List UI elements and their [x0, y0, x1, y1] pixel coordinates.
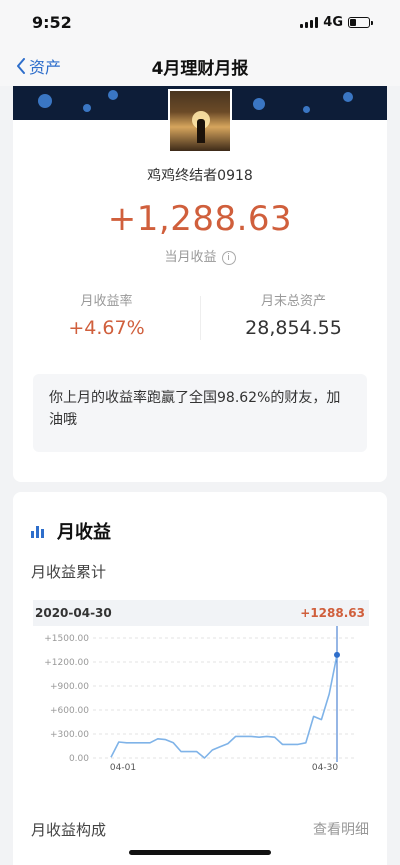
- status-bar: 9:52 4G: [0, 0, 400, 46]
- return-rate-value: +4.67%: [68, 317, 145, 339]
- summary-card: 鸡鸡终结者0918 +1,288.63 当月收益 i 月收益率 +4.67% 月末…: [13, 86, 387, 482]
- composition-title: 月收益构成: [31, 821, 107, 839]
- y-tick-label: +900.00: [50, 682, 89, 692]
- y-tick-label: 0.00: [69, 754, 89, 764]
- network-label: 4G: [323, 15, 343, 30]
- cumulative-subtitle: 月收益累计: [31, 563, 107, 581]
- y-tick-label: +600.00: [50, 706, 89, 716]
- home-indicator: [129, 850, 271, 855]
- series-line: [110, 654, 338, 759]
- month-profit: +1,288.63: [107, 199, 293, 239]
- x-tick-label: 04-30: [312, 763, 338, 770]
- monthly-profit-card: 月收益 月收益累计 2020-04-30 +1288.63 +1500.00 +1…: [13, 492, 387, 865]
- view-details-link[interactable]: 查看明细: [313, 819, 369, 840]
- x-tick-label: 04-01: [110, 763, 136, 770]
- total-assets-label: 月末总资产: [260, 294, 326, 309]
- nav-bar: 资产 4月理财月报: [0, 46, 400, 86]
- info-icon[interactable]: i: [221, 251, 236, 265]
- chart-date: 2020-04-30: [35, 606, 112, 620]
- return-rate-stat: 月收益率 +4.67%: [13, 290, 200, 339]
- chart-total: +1288.63: [300, 606, 365, 620]
- section-title-text: 月收益: [57, 522, 111, 543]
- month-profit-label: 当月收益 i: [13, 246, 387, 265]
- y-tick-label: +300.00: [50, 730, 89, 740]
- y-tick-label: +1500.00: [44, 634, 89, 644]
- profit-chart[interactable]: 2020-04-30 +1288.63 +1500.00 +1200.00 +900…: [33, 600, 369, 770]
- battery-level: [350, 19, 356, 26]
- chart-tooltip-header: 2020-04-30 +1288.63: [33, 600, 369, 626]
- status-time: 9:52: [32, 13, 72, 32]
- composition-row: 月收益构成 查看明细: [31, 819, 369, 840]
- return-rate-label: 月收益率: [80, 294, 133, 309]
- status-indicators: 4G: [300, 15, 373, 30]
- battery-icon: [348, 17, 373, 28]
- bar-chart-icon: [31, 524, 47, 538]
- total-assets-value: 28,854.55: [245, 317, 342, 339]
- section-title: 月收益: [31, 518, 111, 544]
- total-assets-stat: 月末总资产 28,854.55: [200, 290, 387, 339]
- month-profit-label-text: 当月收益: [164, 250, 217, 265]
- ranking-message: 你上月的收益率跑赢了全国98.62%的财友，加油哦: [33, 374, 367, 452]
- username: 鸡鸡终结者0918: [147, 168, 253, 184]
- page-title: 4月理财月报: [151, 59, 249, 79]
- signal-icon: [300, 17, 319, 28]
- avatar: [168, 89, 232, 153]
- y-tick-label: +1200.00: [44, 658, 89, 668]
- data-point-last: [334, 651, 340, 658]
- chart-plot: +1500.00 +1200.00 +900.00 +600.00 +300.00 0.0…: [44, 626, 355, 770]
